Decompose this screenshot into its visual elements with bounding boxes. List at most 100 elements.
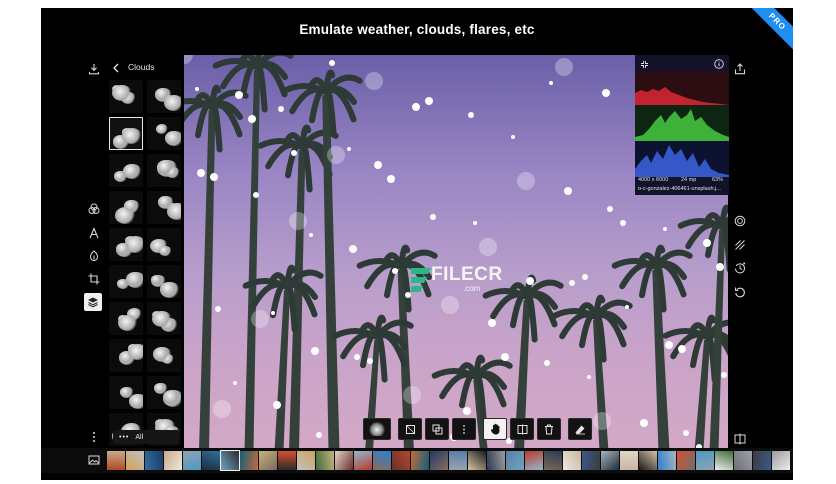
cloud-thumbnail[interactable] bbox=[147, 339, 181, 372]
eraser-button[interactable] bbox=[568, 418, 592, 440]
cloud-thumbnail[interactable] bbox=[109, 228, 143, 261]
cloud-thumbnail[interactable] bbox=[109, 376, 143, 409]
snowflake bbox=[367, 358, 373, 364]
filmstrip-photo[interactable] bbox=[354, 451, 372, 470]
snowflake bbox=[412, 103, 420, 111]
duplicate-button[interactable] bbox=[425, 418, 449, 440]
filmstrip-photo[interactable] bbox=[506, 451, 524, 470]
clouds-panel: Clouds bbox=[109, 56, 181, 446]
filmstrip-photo[interactable] bbox=[468, 451, 486, 470]
snowflake bbox=[271, 311, 275, 315]
filmstrip-photo[interactable] bbox=[620, 451, 638, 470]
hand-tool-button[interactable] bbox=[483, 418, 507, 440]
cloud-thumbnail[interactable] bbox=[109, 117, 143, 150]
cloud-shape bbox=[157, 160, 174, 174]
filmstrip-photo[interactable] bbox=[316, 451, 334, 470]
filmstrip-photo[interactable] bbox=[202, 451, 220, 470]
transform-button[interactable] bbox=[398, 418, 422, 440]
filmstrip-photo[interactable] bbox=[601, 451, 619, 470]
filmstrip-photo[interactable] bbox=[563, 451, 581, 470]
cloud-thumbnail[interactable] bbox=[147, 302, 181, 335]
banner-title: Emulate weather, clouds, flares, etc bbox=[299, 22, 535, 37]
filmstrip-photo[interactable] bbox=[107, 451, 125, 470]
filmstrip-photo[interactable] bbox=[373, 451, 391, 470]
snowflake bbox=[544, 360, 550, 366]
snowflake bbox=[233, 381, 237, 385]
snowflake bbox=[311, 347, 319, 355]
cloud-shape bbox=[122, 128, 142, 144]
filmstrip-photo[interactable] bbox=[430, 451, 448, 470]
filmstrip-photo[interactable] bbox=[715, 451, 733, 470]
cloud-thumbnail[interactable] bbox=[109, 302, 143, 335]
cloud-thumbnail[interactable] bbox=[147, 228, 181, 261]
filmstrip-photo[interactable] bbox=[278, 451, 296, 470]
filmstrip-photo[interactable] bbox=[544, 451, 562, 470]
snowflake bbox=[511, 135, 515, 139]
snowflake bbox=[329, 60, 335, 66]
flip-button[interactable] bbox=[510, 418, 534, 440]
snowflake bbox=[430, 214, 436, 220]
download-icon[interactable] bbox=[87, 62, 101, 76]
filmstrip-photo[interactable] bbox=[259, 451, 277, 470]
share-icon[interactable] bbox=[733, 62, 747, 76]
cloud-thumbnail[interactable] bbox=[147, 265, 181, 298]
filmstrip-photo[interactable] bbox=[734, 451, 752, 470]
delete-button[interactable] bbox=[537, 418, 561, 440]
back-chevron-icon[interactable] bbox=[109, 61, 123, 75]
cloud-thumbnail[interactable] bbox=[147, 154, 181, 187]
filmstrip-photo[interactable] bbox=[392, 451, 410, 470]
split-view-icon[interactable] bbox=[733, 432, 747, 446]
cloud-thumbnail[interactable] bbox=[109, 191, 143, 224]
cloud-thumbnail[interactable] bbox=[109, 80, 143, 113]
more-vertical-icon[interactable] bbox=[87, 430, 101, 444]
snowflake bbox=[587, 375, 591, 379]
filmstrip-photo[interactable] bbox=[220, 450, 240, 471]
all-filter-button[interactable]: ••• All bbox=[113, 430, 179, 444]
retouch-icon[interactable] bbox=[87, 249, 101, 263]
snowflake bbox=[291, 150, 297, 156]
layers-icon[interactable] bbox=[84, 293, 102, 311]
text-icon[interactable] bbox=[87, 226, 101, 240]
gallery-icon[interactable] bbox=[87, 453, 101, 467]
compare-slash-icon[interactable] bbox=[733, 238, 747, 252]
filmstrip-photo[interactable] bbox=[639, 451, 657, 470]
filmstrip-photo[interactable] bbox=[696, 451, 714, 470]
snowflake bbox=[365, 72, 383, 90]
filmstrip-photo[interactable] bbox=[487, 451, 505, 470]
filmstrip-photo[interactable] bbox=[297, 451, 315, 470]
cloud-thumbnail[interactable] bbox=[109, 265, 143, 298]
filmstrip-photo[interactable] bbox=[658, 451, 676, 470]
crop-icon[interactable] bbox=[87, 272, 101, 286]
layer-thumb-button[interactable] bbox=[363, 418, 391, 440]
filmstrip-photo[interactable] bbox=[411, 451, 429, 470]
filmstrip-photo[interactable] bbox=[582, 451, 600, 470]
snowflake bbox=[517, 172, 535, 190]
snowflake bbox=[564, 187, 572, 195]
cloud-thumbnail[interactable] bbox=[109, 339, 143, 372]
filmstrip-photo[interactable] bbox=[126, 451, 144, 470]
cloud-thumbnail[interactable] bbox=[147, 117, 181, 150]
filmstrip-photo[interactable] bbox=[145, 451, 163, 470]
filmstrip-photo[interactable] bbox=[753, 451, 771, 470]
mask-icon[interactable] bbox=[733, 214, 747, 228]
filmstrip-photo[interactable] bbox=[677, 451, 695, 470]
filmstrip-photo[interactable] bbox=[240, 451, 258, 470]
filmstrip-photo[interactable] bbox=[335, 451, 353, 470]
cloud-thumbnail[interactable] bbox=[109, 154, 143, 187]
snowflake bbox=[602, 89, 610, 97]
filmstrip-photo[interactable] bbox=[525, 451, 543, 470]
filmstrip-photo[interactable] bbox=[164, 451, 182, 470]
cloud-thumbnail[interactable] bbox=[147, 376, 181, 409]
undo-icon[interactable] bbox=[733, 285, 747, 299]
filmstrip-photo[interactable] bbox=[183, 451, 201, 470]
more-options-button[interactable] bbox=[452, 418, 476, 440]
zoom-level: 63% bbox=[712, 177, 724, 183]
cloud-thumbnail[interactable] bbox=[147, 80, 181, 113]
snowflake bbox=[665, 341, 673, 349]
filters-icon[interactable] bbox=[87, 202, 101, 216]
history-icon[interactable] bbox=[733, 261, 747, 275]
cloud-thumbnail[interactable] bbox=[147, 191, 181, 224]
cloud-shape bbox=[120, 387, 132, 397]
filmstrip-photo[interactable] bbox=[449, 451, 467, 470]
filmstrip-photo[interactable] bbox=[772, 451, 790, 470]
